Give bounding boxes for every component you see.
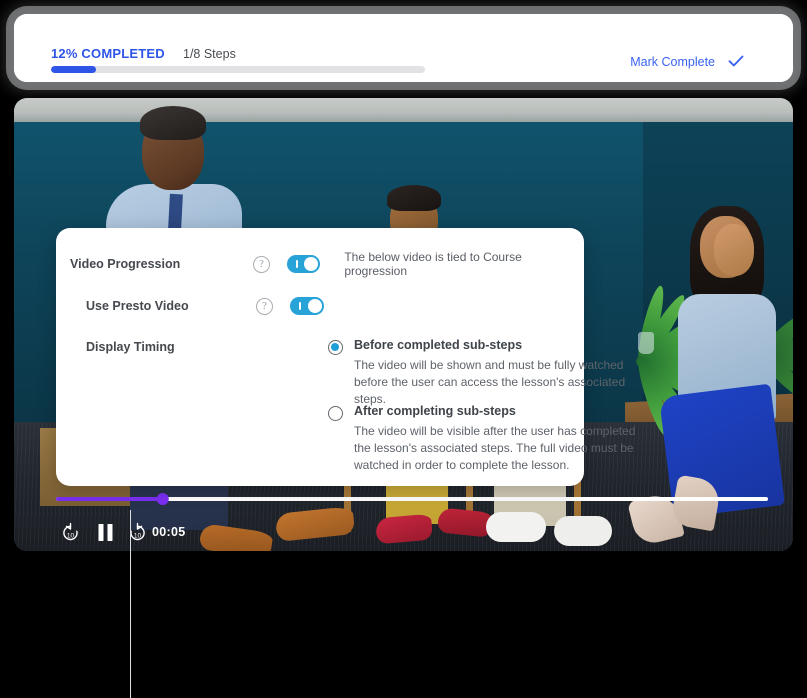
radio-option-before-completed[interactable]: Before completed sub-steps The video wil… [328,338,646,408]
mark-complete-button[interactable]: Mark Complete [630,55,715,69]
video-progress-track[interactable] [56,492,768,505]
progress-bar-track [51,66,425,73]
rewind-10-icon[interactable]: 10 [60,522,81,543]
current-time-label: 00:05 [152,525,186,539]
setting-label-video-progression: Video Progression [70,257,181,271]
radio-before-completed[interactable] [328,340,343,355]
svg-text:10: 10 [67,532,75,539]
toggle-video-progression[interactable] [286,255,321,273]
setting-row-use-presto-video: Use Presto Video ? [86,297,324,315]
setting-row-video-progression: Video Progression ? The below video is t… [70,250,584,278]
check-icon[interactable] [727,52,745,70]
video-progress-fill [56,497,163,501]
radio-desc-after-completing: The video will be visible after the user… [354,424,636,473]
radio-title-after-completing: After completing sub-steps [354,404,516,418]
setting-label-use-presto-video: Use Presto Video [86,299,189,313]
pause-icon[interactable] [96,522,115,543]
radio-title-before-completed: Before completed sub-steps [354,338,523,352]
setting-row-display-timing: Display Timing [86,340,175,354]
radio-desc-before-completed: The video will be shown and must be full… [354,358,626,407]
svg-text:10: 10 [134,532,142,539]
progress-bar-fill [51,66,96,73]
video-settings-modal: Video Progression ? The below video is t… [56,228,635,698]
radio-option-after-completing[interactable]: After completing sub-steps The video wil… [328,404,646,474]
setting-label-display-timing: Display Timing [86,340,175,354]
progress-header-card: 12% COMPLETED 1/8 Steps Mark Complete [14,14,793,82]
settings-group-divider [130,510,131,698]
video-progress-handle[interactable] [156,492,170,505]
setting-help-video-progression: The below video is tied to Course progre… [344,250,522,278]
progress-percent-label: 12% COMPLETED [51,46,165,61]
toggle-use-presto-video[interactable] [290,297,324,315]
progress-steps-label: 1/8 Steps [183,47,236,61]
help-circle-icon[interactable]: ? [256,297,273,315]
radio-after-completing[interactable] [328,406,343,421]
help-circle-icon[interactable]: ? [253,255,270,273]
